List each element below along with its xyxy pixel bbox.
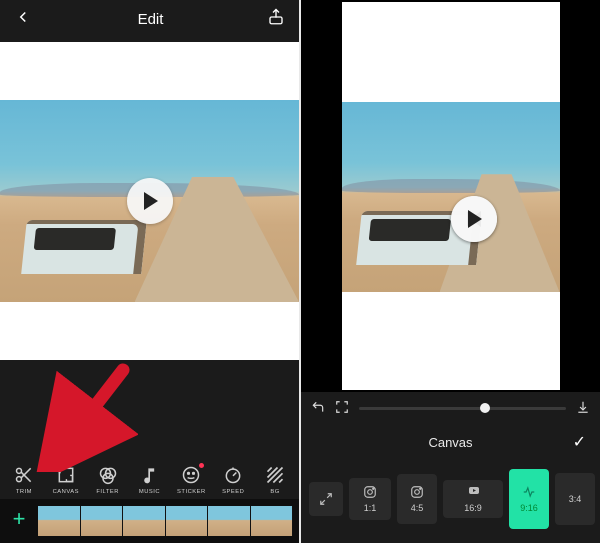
tool-canvas[interactable]: CANVAS [46, 464, 86, 495]
video-preview[interactable] [0, 42, 299, 360]
ratio-1_1[interactable]: 1:1 [349, 478, 391, 520]
play-icon [468, 210, 482, 228]
play-icon [144, 192, 158, 210]
undo-button[interactable] [311, 400, 325, 417]
tool-label: CANVAS [53, 489, 79, 495]
ratio-9_16[interactable]: 9:16 [509, 469, 549, 529]
canvas-screen: Canvas ✓ 1:14:516:99:163:44:3 [301, 0, 600, 543]
app-icon [522, 485, 536, 499]
play-button[interactable] [451, 196, 497, 242]
tool-sticker[interactable]: STICKER [171, 464, 211, 495]
edit-screen: Edit TRIM CANVAS FILTER MUSIC STICKER SPEED BG [0, 0, 299, 543]
ratio-label: 9:16 [520, 503, 538, 513]
edit-toolbar: TRIM CANVAS FILTER MUSIC STICKER SPEED BG [0, 458, 299, 499]
ratio-label: 1:1 [364, 503, 377, 513]
expand-icon [319, 492, 333, 506]
tool-label: TRIM [16, 489, 32, 495]
play-button[interactable] [127, 178, 173, 224]
ratio-label: 4:5 [411, 503, 424, 513]
ratio-4_5[interactable]: 4:5 [397, 474, 437, 524]
panel-title: Canvas [428, 435, 472, 450]
tool-label: BG [270, 489, 279, 495]
scrubber-knob[interactable] [480, 403, 490, 413]
confirm-button[interactable]: ✓ [573, 432, 586, 452]
back-button[interactable] [14, 8, 34, 30]
speed-icon [222, 464, 244, 486]
filter-icon [97, 464, 119, 486]
tool-speed[interactable]: SPEED [213, 464, 253, 495]
tool-trim[interactable]: TRIM [4, 464, 44, 495]
aspect-ratio-row: 1:14:516:99:163:44:3 [301, 460, 600, 538]
scrubber[interactable] [359, 407, 566, 410]
canvas-preview[interactable] [301, 0, 600, 392]
tool-label: STICKER [177, 489, 206, 495]
canvas-icon [55, 464, 77, 486]
panel-title-row: Canvas ✓ [301, 424, 600, 460]
download-button[interactable] [576, 400, 590, 417]
youtube-icon [466, 485, 480, 499]
tool-label: MUSIC [139, 489, 160, 495]
tool-label: FILTER [96, 489, 119, 495]
add-clip-button[interactable]: + [6, 508, 32, 534]
tool-music[interactable]: MUSIC [130, 464, 170, 495]
tool-label: SPEED [222, 489, 244, 495]
export-icon[interactable] [267, 8, 285, 30]
ratio-label: 3:4 [569, 494, 582, 504]
screen-title: Edit [34, 11, 267, 28]
instagram-icon [410, 485, 424, 499]
bg-icon [264, 464, 286, 486]
transport-bar [301, 392, 600, 424]
timeline-strip: + [0, 499, 299, 543]
top-bar: Edit [0, 0, 299, 38]
fullscreen-button[interactable] [335, 400, 349, 417]
instagram-icon [363, 485, 377, 499]
ratio-label: 16:9 [464, 503, 482, 513]
ratio-free[interactable] [309, 482, 343, 516]
timeline[interactable] [38, 506, 293, 536]
trim-icon [13, 464, 35, 486]
tool-bg[interactable]: BG [255, 464, 295, 495]
ratio-16_9[interactable]: 16:9 [443, 480, 503, 518]
music-icon [139, 464, 161, 486]
tool-filter[interactable]: FILTER [88, 464, 128, 495]
ratio-3_4[interactable]: 3:4 [555, 473, 595, 525]
